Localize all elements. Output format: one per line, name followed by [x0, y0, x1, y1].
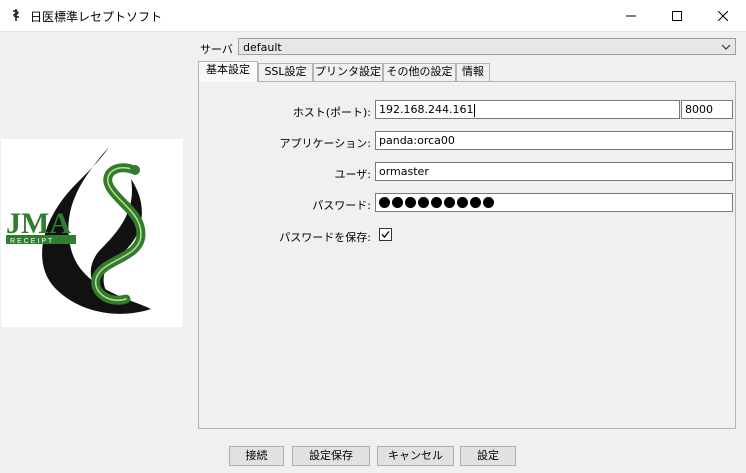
tab-ssl-settings[interactable]: SSL設定: [258, 63, 313, 81]
save-password-label: パスワードを保存:: [279, 231, 371, 244]
password-dot: [405, 197, 416, 208]
application-value: panda:orca00: [379, 134, 455, 147]
server-value: default: [243, 41, 282, 54]
jma-logo-graphic: JMA RECEIPT: [6, 147, 151, 314]
application-input[interactable]: panda:orca00: [375, 131, 733, 150]
maximize-button[interactable]: [654, 0, 700, 31]
password-dot: [483, 197, 494, 208]
password-dot: [431, 197, 442, 208]
application-label: アプリケーション:: [279, 137, 372, 150]
password-dot: [392, 197, 403, 208]
checkmark-icon: [381, 231, 390, 238]
save-password-checkbox[interactable]: [379, 228, 392, 241]
password-dot: [418, 197, 429, 208]
server-select[interactable]: default: [238, 38, 736, 55]
cancel-button[interactable]: キャンセル: [377, 446, 454, 466]
password-input[interactable]: [375, 193, 733, 212]
password-dot: [444, 197, 455, 208]
connect-button[interactable]: 接続: [229, 446, 284, 466]
host-label: ホスト(ポート):: [292, 106, 371, 119]
close-button[interactable]: [700, 0, 746, 31]
title-bar: 日医標準レセプトソフト: [0, 0, 746, 32]
host-input[interactable]: 192.168.244.161: [375, 100, 680, 119]
password-mask: [379, 194, 732, 211]
user-label: ユーザ:: [334, 168, 372, 181]
close-icon: [718, 10, 728, 21]
tab-info[interactable]: 情報: [456, 63, 490, 81]
maximize-icon: [672, 10, 682, 21]
minimize-icon: [626, 15, 636, 16]
chevron-down-icon: [721, 44, 731, 50]
password-dot: [470, 197, 481, 208]
tab-basic-settings[interactable]: 基本設定: [198, 61, 258, 82]
user-value: ormaster: [379, 165, 429, 178]
window-title: 日医標準レセプトソフト: [30, 10, 163, 24]
tab-printer-settings[interactable]: プリンタ設定: [313, 63, 383, 81]
settings-button[interactable]: 設定: [460, 446, 516, 466]
save-settings-button[interactable]: 設定保存: [292, 446, 370, 466]
port-input[interactable]: 8000: [681, 100, 733, 119]
password-label: パスワード:: [312, 199, 371, 212]
tab-other-settings[interactable]: その他の設定: [383, 63, 456, 81]
host-value: 192.168.244.161: [379, 103, 474, 116]
server-label: サーバ: [200, 43, 233, 56]
snake-staff-icon: [12, 9, 20, 21]
port-value: 8000: [685, 103, 713, 116]
minimize-button[interactable]: [608, 0, 654, 31]
logo-subtext: RECEIPT: [10, 238, 54, 245]
password-dot: [379, 197, 390, 208]
jma-logo: JMA RECEIPT: [1, 139, 183, 327]
password-dot: [457, 197, 468, 208]
user-input[interactable]: ormaster: [375, 162, 733, 181]
text-caret: [474, 103, 476, 117]
basic-settings-panel: ホスト(ポート): 192.168.244.161 8000 アプリケーション:…: [198, 81, 736, 429]
